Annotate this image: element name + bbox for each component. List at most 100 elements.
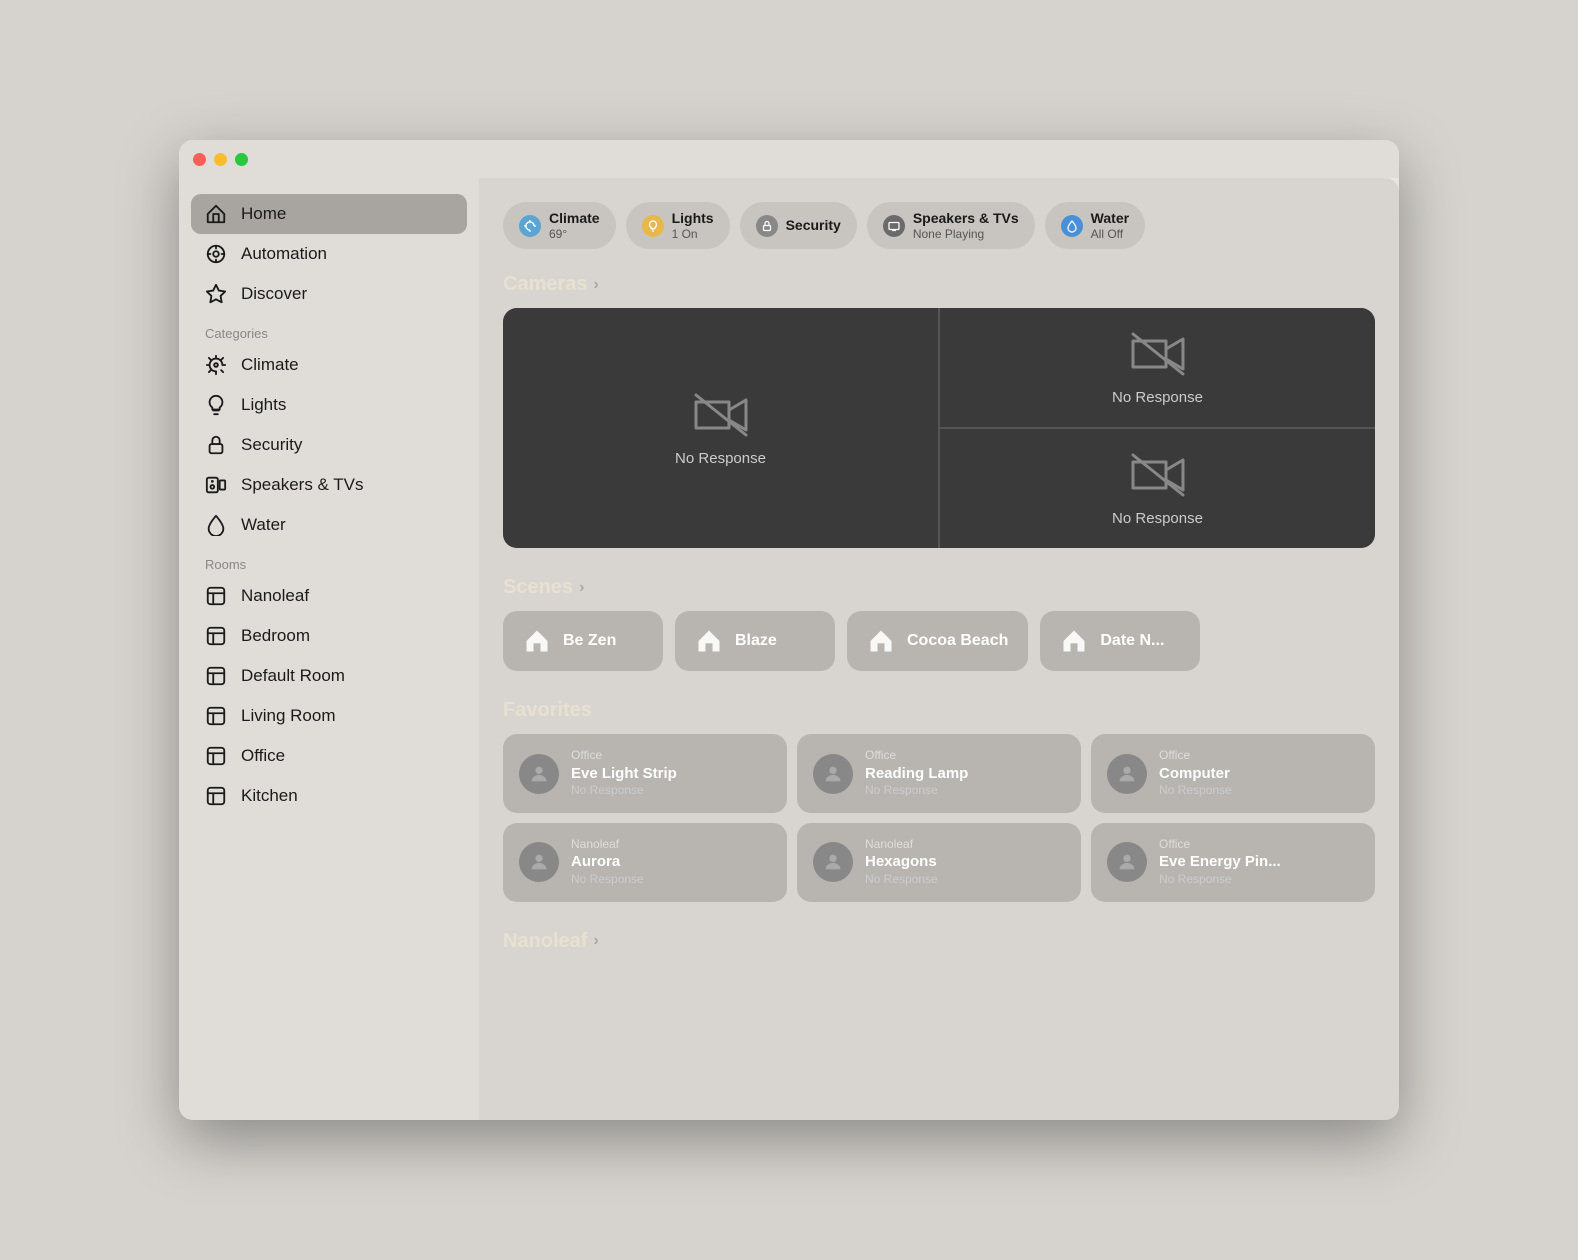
favorites-grid: Office Eve Light Strip No Response Offic… xyxy=(503,734,1375,901)
scene-card-be-zen[interactable]: Be Zen xyxy=(503,611,663,671)
sidebar-item-security[interactable]: Security xyxy=(191,425,467,465)
maximize-button[interactable] xyxy=(235,153,248,166)
favorite-status-6: No Response xyxy=(1159,872,1281,888)
camera-no-video-icon-1 xyxy=(691,390,751,440)
discover-icon xyxy=(205,283,227,305)
sidebar-label-speakers: Speakers & TVs xyxy=(241,475,364,495)
scene-card-date-night[interactable]: Date N... xyxy=(1040,611,1200,671)
lights-tab-icon xyxy=(642,215,664,237)
nanoleaf-chevron[interactable]: › xyxy=(593,932,598,950)
scene-card-blaze[interactable]: Blaze xyxy=(675,611,835,671)
favorite-room-6: Office xyxy=(1159,837,1281,853)
tab-lights[interactable]: Lights 1 On xyxy=(626,202,730,249)
cameras-chevron[interactable]: › xyxy=(594,276,599,294)
water-icon xyxy=(205,514,227,536)
scene-label-be-zen: Be Zen xyxy=(563,632,616,650)
favorite-avatar-6 xyxy=(1107,842,1147,882)
scene-house-icon-be-zen xyxy=(523,627,551,655)
favorite-card-reading-lamp[interactable]: Office Reading Lamp No Response xyxy=(797,734,1081,813)
favorite-name-6: Eve Energy Pin... xyxy=(1159,852,1281,872)
sidebar-item-office[interactable]: Office xyxy=(191,736,467,776)
speakers-tab-text: Speakers & TVs None Playing xyxy=(913,210,1019,241)
sidebar-item-home[interactable]: Home xyxy=(191,194,467,234)
favorite-room-4: Nanoleaf xyxy=(571,837,644,853)
sidebar-item-discover[interactable]: Discover xyxy=(191,274,467,314)
scene-label-cocoa-beach: Cocoa Beach xyxy=(907,632,1008,650)
scene-label-date-night: Date N... xyxy=(1100,632,1164,650)
sidebar-item-climate[interactable]: Climate xyxy=(191,345,467,385)
favorite-info-5: Nanoleaf Hexagons No Response xyxy=(865,837,938,888)
scenes-chevron[interactable]: › xyxy=(579,579,584,597)
favorite-card-eve-energy[interactable]: Office Eve Energy Pin... No Response xyxy=(1091,823,1375,902)
sidebar-label-security: Security xyxy=(241,435,302,455)
sidebar-item-default-room[interactable]: Default Room xyxy=(191,656,467,696)
camera-cell-2[interactable]: No Response xyxy=(940,308,1375,427)
favorite-card-aurora[interactable]: Nanoleaf Aurora No Response xyxy=(503,823,787,902)
favorite-status-5: No Response xyxy=(865,872,938,888)
favorite-room-2: Office xyxy=(865,748,968,764)
room-icon-default xyxy=(205,665,227,687)
scenes-scroll: Be Zen Blaze xyxy=(503,611,1375,671)
scenes-label: Scenes xyxy=(503,576,573,599)
favorite-card-computer[interactable]: Office Computer No Response xyxy=(1091,734,1375,813)
favorite-info-1: Office Eve Light Strip No Response xyxy=(571,748,677,799)
scene-house-icon-cocoa-beach xyxy=(867,627,895,655)
tab-speakers[interactable]: Speakers & TVs None Playing xyxy=(867,202,1035,249)
security-tab-text: Security xyxy=(786,217,841,234)
room-icon-office xyxy=(205,745,227,767)
scene-house-icon-date-night xyxy=(1060,627,1088,655)
camera-no-response-text-1: No Response xyxy=(675,450,766,467)
cameras-section-header: Cameras › xyxy=(503,273,1375,296)
favorite-name-3: Computer xyxy=(1159,764,1232,784)
favorite-room-5: Nanoleaf xyxy=(865,837,938,853)
favorite-avatar-2 xyxy=(813,754,853,794)
sidebar: Home Automation xyxy=(179,178,479,1120)
room-icon-kitchen xyxy=(205,785,227,807)
camera-no-video-icon-2 xyxy=(1128,329,1188,379)
lights-tab-text: Lights 1 On xyxy=(672,210,714,241)
camera-cell-3[interactable]: No Response xyxy=(940,429,1375,548)
tab-security[interactable]: Security xyxy=(740,202,857,249)
home-icon xyxy=(205,203,227,225)
favorite-room-3: Office xyxy=(1159,748,1232,764)
favorite-status-3: No Response xyxy=(1159,783,1232,799)
camera-cell-1[interactable]: No Response xyxy=(503,308,938,548)
sidebar-item-kitchen[interactable]: Kitchen xyxy=(191,776,467,816)
sidebar-item-living-room[interactable]: Living Room xyxy=(191,696,467,736)
water-tab-text: Water All Off xyxy=(1091,210,1129,241)
scene-house-icon-blaze xyxy=(695,627,723,655)
sidebar-item-nanoleaf[interactable]: Nanoleaf xyxy=(191,576,467,616)
nanoleaf-label: Nanoleaf xyxy=(503,930,587,953)
sidebar-item-lights[interactable]: Lights xyxy=(191,385,467,425)
favorite-room-1: Office xyxy=(571,748,677,764)
climate-icon xyxy=(205,354,227,376)
favorites-section-header: Favorites xyxy=(503,699,1375,722)
favorite-info-2: Office Reading Lamp No Response xyxy=(865,748,968,799)
sidebar-label-nanoleaf: Nanoleaf xyxy=(241,586,309,606)
minimize-button[interactable] xyxy=(214,153,227,166)
sidebar-item-automation[interactable]: Automation xyxy=(191,234,467,274)
favorite-status-4: No Response xyxy=(571,872,644,888)
favorite-card-hexagons[interactable]: Nanoleaf Hexagons No Response xyxy=(797,823,1081,902)
camera-no-video-icon-3 xyxy=(1128,450,1188,500)
sidebar-item-bedroom[interactable]: Bedroom xyxy=(191,616,467,656)
security-tab-icon xyxy=(756,215,778,237)
close-button[interactable] xyxy=(193,153,206,166)
sidebar-item-speakers[interactable]: Speakers & TVs xyxy=(191,465,467,505)
room-icon-nanoleaf xyxy=(205,585,227,607)
nanoleaf-section-header: Nanoleaf › xyxy=(503,930,1375,953)
climate-tab-text: Climate 69° xyxy=(549,210,600,241)
sidebar-item-water[interactable]: Water xyxy=(191,505,467,545)
speakers-tab-sublabel: None Playing xyxy=(913,227,1019,241)
water-tab-icon xyxy=(1061,215,1083,237)
scene-card-cocoa-beach[interactable]: Cocoa Beach xyxy=(847,611,1028,671)
sidebar-label-climate: Climate xyxy=(241,355,299,375)
app-body: Home Automation xyxy=(179,178,1399,1120)
tab-climate[interactable]: Climate 69° xyxy=(503,202,616,249)
water-tab-label: Water xyxy=(1091,210,1129,227)
speakers-icon xyxy=(205,474,227,496)
favorite-card-eve-light-strip[interactable]: Office Eve Light Strip No Response xyxy=(503,734,787,813)
sidebar-label-bedroom: Bedroom xyxy=(241,626,310,646)
tab-water[interactable]: Water All Off xyxy=(1045,202,1145,249)
sidebar-label-office: Office xyxy=(241,746,285,766)
